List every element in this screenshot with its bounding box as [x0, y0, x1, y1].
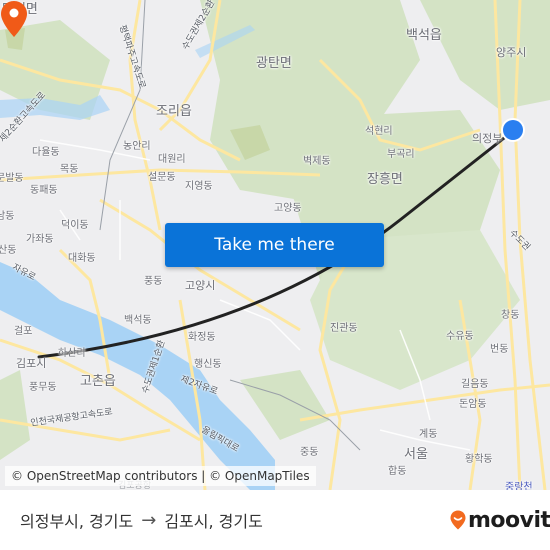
place-label: 화정동	[188, 332, 216, 343]
place-label: 수유동	[446, 331, 474, 342]
place-label: 대화동	[68, 253, 96, 264]
destination-pin-icon[interactable]	[0, 0, 28, 38]
place-label: 벽제동	[303, 156, 331, 167]
place-label: 번동	[490, 344, 509, 355]
place-label: 고양시	[185, 279, 216, 292]
route-summary: 의정부시, 경기도 → 김포시, 경기도	[20, 500, 263, 540]
place-label: 행신동	[194, 359, 222, 370]
place-label: 지영동	[185, 181, 213, 192]
place-label: 광탄면	[256, 56, 292, 71]
place-label: 남동	[0, 211, 15, 222]
arrow-right-icon: →	[141, 509, 157, 531]
place-label: 진관동	[330, 323, 358, 334]
place-label: 석현리	[365, 126, 393, 137]
place-label: 서울	[404, 447, 428, 462]
place-label: 목동	[60, 164, 79, 175]
map-attribution[interactable]: © OpenStreetMap contributors | © OpenMap…	[5, 466, 316, 486]
origin-name: 의정부시, 경기도	[20, 512, 134, 531]
place-label: 조리읍	[156, 104, 192, 119]
moovit-wordmark: moovit	[468, 507, 550, 533]
place-label: 다율동	[32, 147, 60, 158]
place-label: 농안리	[123, 141, 151, 152]
moovit-logo: moovit	[450, 506, 550, 534]
place-label: 황학동	[465, 454, 493, 465]
place-label: 부곡리	[387, 149, 415, 160]
place-label: 덕이동	[61, 220, 89, 231]
place-label: 하산리	[58, 348, 86, 359]
origin-marker[interactable]	[503, 120, 523, 140]
place-label: 양주시	[496, 46, 527, 59]
take-me-there-button[interactable]: Take me there	[165, 223, 384, 267]
place-label: 문발동	[0, 173, 24, 184]
place-label: 계동	[419, 429, 438, 440]
place-label: 동패동	[30, 185, 58, 196]
place-label: 중동	[300, 447, 319, 458]
moovit-pin-icon	[450, 510, 466, 530]
han-river	[0, 262, 275, 490]
place-label: 가좌동	[26, 234, 54, 245]
place-label: 의정부	[472, 132, 503, 145]
place-label: 창동	[501, 310, 520, 321]
place-label: 백석읍	[406, 28, 442, 43]
map-view[interactable]: 탄현면 백석읍 양주시 광탄면 조리읍 농안리 대원리 설문동 지영동 다율동 …	[0, 0, 550, 490]
place-label: 돈암동	[459, 399, 487, 410]
place-label: 풍무동	[29, 382, 57, 393]
place-label: 걸포	[14, 326, 33, 337]
place-label: 설문동	[148, 172, 176, 183]
place-label: 산동	[0, 245, 17, 256]
place-label: 백석동	[124, 315, 152, 326]
place-label: 풍동	[144, 276, 163, 287]
place-label: 장흥면	[367, 172, 403, 187]
place-label: 고촌읍	[80, 374, 116, 389]
place-label: 합동	[388, 466, 407, 477]
place-label: 길음동	[461, 379, 489, 390]
place-label: 대원리	[158, 154, 186, 165]
place-label: 중랑천	[505, 482, 533, 490]
place-label: 김포시	[16, 357, 47, 370]
destination-name: 김포시, 경기도	[164, 512, 263, 531]
footer-bar: 의정부시, 경기도 → 김포시, 경기도 moovit	[0, 490, 550, 550]
place-label: 고양동	[274, 203, 302, 214]
